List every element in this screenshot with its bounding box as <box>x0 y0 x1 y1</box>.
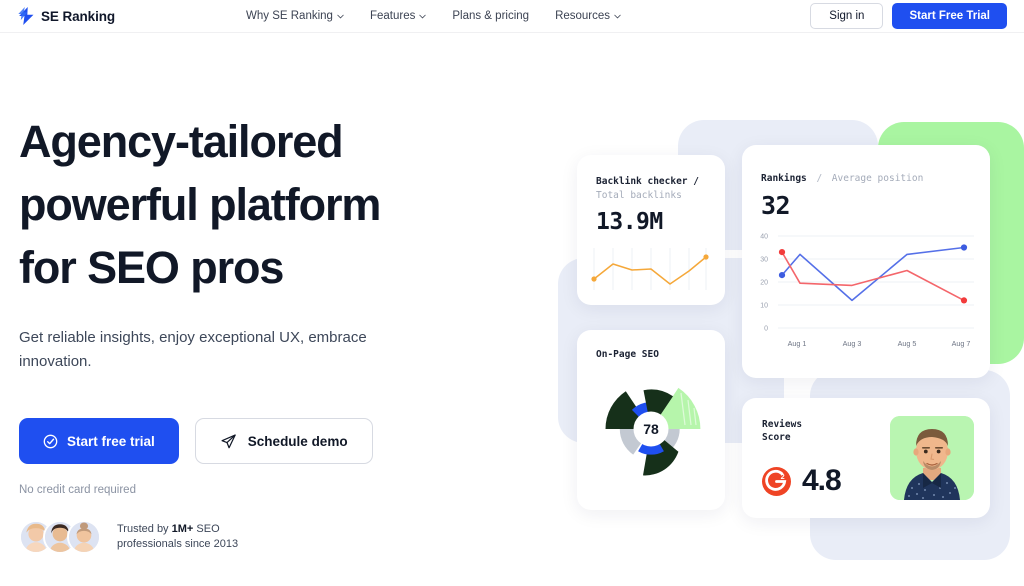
card-header: Rankings / Average position <box>742 145 990 185</box>
card-header: On-Page SEO <box>577 330 725 360</box>
check-circle-icon <box>43 434 58 448</box>
cta-label: Schedule demo <box>247 433 348 449</box>
header-actions: Sign in Start Free Trial <box>810 3 1007 29</box>
reviewer-photo <box>890 416 974 500</box>
trust-text: Trusted by 1M+ SEO professionals since 2… <box>117 522 238 552</box>
rankings-line-chart: 40 30 20 10 0 Aug 1 Aug 3 Aug 5 Aug 7 <box>742 226 990 371</box>
card-reviews-score: Reviews Score 2 4.8 <box>742 398 990 518</box>
card-title: On-Page SEO <box>596 349 659 360</box>
chevron-down-icon <box>614 14 621 18</box>
reviews-left: Reviews Score 2 4.8 <box>762 418 890 498</box>
x-tick-aug-3: Aug 3 <box>843 339 862 348</box>
trust-line-2: professionals since 2013 <box>117 538 239 550</box>
reviews-score-value: 4.8 <box>802 464 842 497</box>
logo[interactable]: SE Ranking <box>18 7 115 25</box>
start-free-trial-button[interactable]: Start Free Trial <box>892 3 1007 29</box>
no-credit-card-note: No credit card required <box>19 484 136 496</box>
cta-row: Start free trial Schedule demo <box>19 418 489 464</box>
rose-chart: 78 <box>605 387 701 476</box>
trust-badge: Trusted by 1M+ SEO professionals since 2… <box>19 520 489 554</box>
card-title: Rankings <box>761 173 807 184</box>
hero-subheadline: Get reliable insights, enjoy exceptional… <box>19 329 367 370</box>
landing-page: SE Ranking Why SE Ranking Features Plans… <box>0 0 1024 586</box>
page-title: Agency-tailored powerful platform for SE… <box>19 110 489 299</box>
card-header: Backlink checker / Total backlinks <box>577 155 725 203</box>
x-tick-aug-5: Aug 5 <box>898 339 917 348</box>
card-subtitle: Average position <box>831 173 924 184</box>
y-tick-30: 30 <box>760 257 768 264</box>
y-tick-20: 20 <box>760 280 768 287</box>
hero-visual: Backlink checker / Total backlinks 13.9M <box>520 40 1024 586</box>
title-separator: / <box>816 173 823 184</box>
site-header: SE Ranking Why SE Ranking Features Plans… <box>0 0 1024 33</box>
nav-label: Why SE Ranking <box>246 10 333 22</box>
backlink-total-value: 13.9M <box>596 209 663 235</box>
reviews-title-line-1: Reviews <box>762 419 803 430</box>
start-free-trial-cta[interactable]: Start free trial <box>19 418 179 464</box>
card-rankings: Rankings / Average position 32 40 30 20 … <box>742 145 990 378</box>
x-tick-aug-1: Aug 1 <box>788 339 807 348</box>
nav-item-why-se-ranking[interactable]: Why SE Ranking <box>246 10 344 22</box>
paper-plane-icon <box>221 433 236 448</box>
chevron-down-icon <box>337 14 344 18</box>
cta-label: Start free trial <box>67 433 155 449</box>
reviews-content: Reviews Score 2 4.8 <box>742 398 990 518</box>
avatar-illustration-3 <box>69 522 99 552</box>
card-onpage-seo: On-Page SEO 78 <box>577 330 725 510</box>
trust-suffix: SEO <box>193 523 220 535</box>
main-nav: Why SE Ranking Features Plans & pricing … <box>246 10 621 22</box>
schedule-demo-cta[interactable]: Schedule demo <box>194 418 373 464</box>
headline-line-2: powerful platform <box>19 179 381 230</box>
trust-prefix: Trusted by <box>117 523 172 535</box>
x-tick-aug-7: Aug 7 <box>952 339 971 348</box>
reviews-title-line-2: Score <box>762 432 791 443</box>
portrait-illustration <box>890 416 974 500</box>
rankings-avg-position-value: 32 <box>761 191 791 220</box>
trust-count: 1M+ <box>171 523 194 535</box>
avatar-group <box>19 520 101 554</box>
nav-item-features[interactable]: Features <box>369 10 427 22</box>
headline-line-3: for SEO pros <box>19 242 284 293</box>
nav-label: Resources <box>555 10 611 22</box>
card-backlink-checker: Backlink checker / Total backlinks 13.9M <box>577 155 725 305</box>
g2-logo-icon: 2 <box>762 466 791 496</box>
nav-item-resources[interactable]: Resources <box>555 10 621 22</box>
avatar <box>67 520 101 554</box>
headline-line-1: Agency-tailored <box>19 116 344 167</box>
y-tick-0: 0 <box>764 326 768 333</box>
card-title: Backlink checker / <box>596 176 699 187</box>
backlink-sparkline <box>590 246 725 297</box>
chevron-down-icon <box>419 14 427 18</box>
y-tick-40: 40 <box>760 234 768 241</box>
nav-label: Plans & pricing <box>452 10 530 22</box>
onpage-rose-chart: 78 <box>577 366 725 492</box>
onpage-score-value: 78 <box>643 421 659 437</box>
lightning-bolt-icon <box>18 7 34 25</box>
sign-in-button[interactable]: Sign in <box>810 3 884 29</box>
series-blue <box>781 246 965 302</box>
nav-label: Features <box>369 10 416 22</box>
logo-text: SE Ranking <box>41 8 116 24</box>
hero-content: Agency-tailored powerful platform for SE… <box>19 110 489 554</box>
svg-text:2: 2 <box>781 472 785 481</box>
nav-item-plans-pricing[interactable]: Plans & pricing <box>452 10 529 22</box>
card-subtitle: Total backlinks <box>596 190 682 201</box>
line-chart: 40 30 20 10 0 Aug 1 Aug 3 Aug 5 Aug 7 <box>760 234 974 348</box>
reviews-score-row: 2 4.8 <box>762 464 890 498</box>
sparkline-chart <box>591 248 709 290</box>
y-tick-10: 10 <box>760 303 768 310</box>
